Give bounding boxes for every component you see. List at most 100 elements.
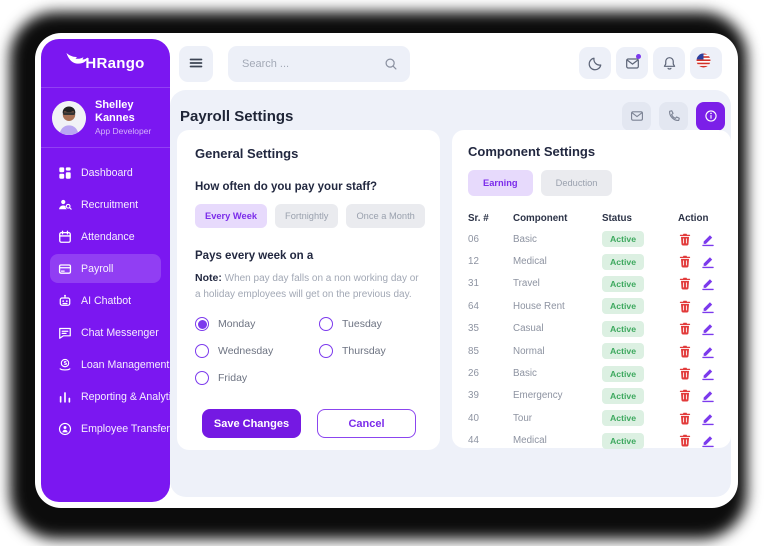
- notifications-button[interactable]: [653, 47, 685, 79]
- status-badge: Active: [602, 388, 644, 404]
- user-profile[interactable]: Shelley Kannes App Developer: [41, 88, 170, 147]
- delete-button[interactable]: [678, 388, 692, 403]
- edit-button[interactable]: [701, 232, 715, 247]
- edit-button[interactable]: [701, 299, 715, 314]
- status-badge: Active: [602, 298, 644, 314]
- note-label: Note:: [195, 272, 222, 284]
- dark-mode-button[interactable]: [579, 47, 611, 79]
- edit-icon: [701, 366, 715, 381]
- sidebar-item-reporting-analytics[interactable]: Reporting & Analytics: [50, 382, 161, 411]
- mail-button[interactable]: [622, 102, 651, 131]
- sidebar-item-label: AI Chatbot: [81, 295, 131, 307]
- cell-actions: [678, 232, 715, 247]
- cell-actions: [678, 366, 715, 381]
- cell-status: Active: [602, 366, 678, 382]
- brand-logo[interactable]: HRango: [41, 39, 170, 87]
- radio-monday[interactable]: Monday: [195, 317, 319, 331]
- table-row-tour: 40 Tour Active: [468, 407, 715, 429]
- language-button[interactable]: [690, 47, 722, 79]
- radio-circle-icon: [319, 317, 333, 331]
- frequency-option-once-a-month[interactable]: Once a Month: [346, 204, 424, 228]
- delete-button[interactable]: [678, 411, 692, 426]
- edit-icon: [701, 299, 715, 314]
- sidebar: HRango Shelley Kannes App Developer Dash…: [41, 39, 170, 502]
- sidebar-item-label: Loan Management: [81, 359, 169, 371]
- trash-icon: [678, 388, 692, 403]
- radio-tuesday[interactable]: Tuesday: [319, 317, 422, 331]
- edit-button[interactable]: [701, 276, 715, 291]
- page-header-actions: [622, 102, 725, 131]
- sidebar-item-employee-transfer[interactable]: Employee Transfer: [50, 414, 161, 443]
- pay-day-radios: Monday Tuesday Wednesday: [195, 317, 422, 385]
- radio-label: Tuesday: [342, 318, 382, 330]
- save-changes-button[interactable]: Save Changes: [202, 409, 301, 438]
- sidebar-item-loan-management[interactable]: Loan Management: [50, 350, 161, 379]
- delete-button[interactable]: [678, 276, 692, 291]
- info-button[interactable]: [696, 102, 725, 131]
- sidebar-item-ai-chatbot[interactable]: AI Chatbot: [50, 286, 161, 315]
- component-tabs: Earning Deduction: [468, 170, 715, 196]
- status-badge: Active: [602, 366, 644, 382]
- sidebar-item-attendance[interactable]: Attendance: [50, 222, 161, 251]
- tab-earning[interactable]: Earning: [468, 170, 533, 196]
- content-area: Payroll Settings General Settings How o: [170, 90, 731, 497]
- radio-thursday[interactable]: Thursday: [319, 344, 422, 358]
- edit-button[interactable]: [701, 254, 715, 269]
- cell-status: Active: [602, 231, 678, 247]
- delete-button[interactable]: [678, 433, 692, 448]
- delete-button[interactable]: [678, 344, 692, 359]
- delete-button[interactable]: [678, 299, 692, 314]
- edit-button[interactable]: [701, 321, 715, 336]
- cell-actions: [678, 299, 715, 314]
- sidebar-item-chat-messenger[interactable]: Chat Messenger: [50, 318, 161, 347]
- cell-actions: [678, 411, 715, 426]
- cell-component: House Rent: [513, 301, 602, 312]
- status-badge: Active: [602, 343, 644, 359]
- search-input[interactable]: [240, 57, 376, 71]
- delete-button[interactable]: [678, 254, 692, 269]
- delete-button[interactable]: [678, 366, 692, 381]
- pay-frequency-question: How often do you pay your staff?: [195, 181, 422, 193]
- status-badge: Active: [602, 254, 644, 270]
- edit-icon: [701, 276, 715, 291]
- edit-icon: [701, 344, 715, 359]
- radio-friday[interactable]: Friday: [195, 371, 319, 385]
- delete-button[interactable]: [678, 321, 692, 336]
- cell-status: Active: [602, 321, 678, 337]
- cell-component: Travel: [513, 278, 602, 289]
- cell-actions: [678, 254, 715, 269]
- edit-button[interactable]: [701, 344, 715, 359]
- delete-button[interactable]: [678, 232, 692, 247]
- edit-button[interactable]: [701, 366, 715, 381]
- pay-day-note: Note: When pay day falls on a non workin…: [195, 270, 422, 303]
- employee-transfer-icon: [58, 422, 72, 436]
- sidebar-item-payroll[interactable]: Payroll: [50, 254, 161, 283]
- cell-status: Active: [602, 433, 678, 449]
- radio-wednesday[interactable]: Wednesday: [195, 344, 319, 358]
- radio-label: Wednesday: [218, 345, 273, 357]
- trash-icon: [678, 232, 692, 247]
- trash-icon: [678, 433, 692, 448]
- edit-button[interactable]: [701, 433, 715, 448]
- edit-icon: [701, 321, 715, 336]
- sidebar-item-recruitment[interactable]: Recruitment: [50, 190, 161, 219]
- edit-button[interactable]: [701, 388, 715, 403]
- edit-button[interactable]: [701, 411, 715, 426]
- cancel-button[interactable]: Cancel: [317, 409, 416, 438]
- edit-icon: [701, 411, 715, 426]
- col-sr: Sr. #: [468, 213, 513, 224]
- moon-icon: [588, 56, 603, 71]
- cell-component: Normal: [513, 346, 602, 357]
- tab-deduction[interactable]: Deduction: [541, 170, 613, 196]
- cell-actions: [678, 344, 715, 359]
- hamburger-menu-button[interactable]: [179, 46, 213, 82]
- frequency-option-fortnightly[interactable]: Fortnightly: [275, 204, 338, 228]
- messages-button[interactable]: [616, 47, 648, 79]
- sidebar-menu: Dashboard Recruitment Attendance: [41, 148, 170, 453]
- frequency-option-every-week[interactable]: Every Week: [195, 204, 267, 228]
- sidebar-item-dashboard[interactable]: Dashboard: [50, 158, 161, 187]
- cell-status: Active: [602, 276, 678, 292]
- trash-icon: [678, 276, 692, 291]
- trash-icon: [678, 299, 692, 314]
- call-button[interactable]: [659, 102, 688, 131]
